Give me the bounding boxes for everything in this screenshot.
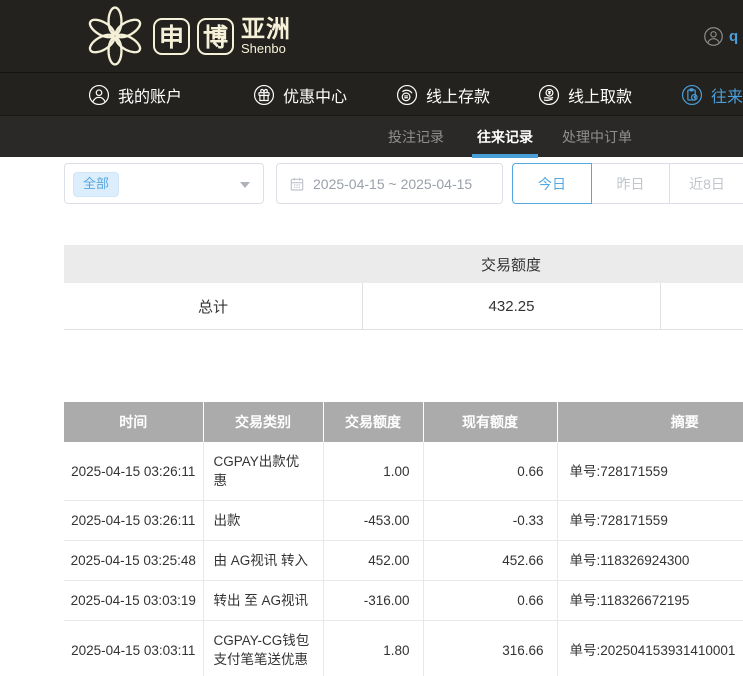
quick-range-buttons: 今日 昨日 近8日	[512, 163, 743, 204]
col-header-summary: 摘要	[557, 402, 743, 442]
cell-summary: 单号:118326924300	[557, 541, 743, 581]
nav-label: 往来记录	[711, 83, 743, 107]
col-header-amount: 交易额度	[323, 402, 423, 442]
cell-amount: 1.00	[323, 442, 423, 501]
records-circle-icon	[681, 84, 703, 106]
sub-nav: 投注记录 往来记录 处理中订单	[0, 115, 743, 157]
cell-time: 2025-04-15 03:26:11	[64, 501, 203, 541]
selected-type-tag[interactable]: 全部	[73, 172, 119, 197]
transactions-header: 时间交易类别交易额度现有额度摘要	[64, 402, 743, 442]
cell-type: CGPAY出款优惠	[203, 442, 323, 501]
subtab-label: 处理中订单	[562, 127, 632, 147]
summary-empty-cell	[660, 283, 743, 329]
cell-time: 2025-04-15 03:03:19	[64, 581, 203, 621]
nav-label: 线上取款	[568, 83, 632, 107]
col-header-time: 时间	[64, 402, 203, 442]
summary-total-value: 432.25	[362, 283, 660, 329]
table-row: 2025-04-15 03:03:19转出 至 AG视讯-316.000.66单…	[64, 581, 743, 621]
username-label: q	[729, 28, 738, 45]
cell-balance: 0.66	[423, 581, 557, 621]
chevron-down-icon	[240, 182, 250, 188]
filter-bar: 全部 2025-04-15 ~ 2025-04-15 今日 昨日 近8日	[0, 163, 743, 204]
page: 申 博 亚洲 Shenbo q 我的账户	[0, 0, 743, 676]
summary-total-row: 总计 432.25	[64, 283, 743, 330]
main-nav: 我的账户 优惠中心 线上存款 线上取款	[0, 72, 743, 115]
account-menu[interactable]: q	[703, 26, 738, 47]
deposit-circle-icon	[396, 84, 418, 106]
summary-header-amount: 交易额度	[362, 245, 660, 283]
cell-balance: -0.33	[423, 501, 557, 541]
brand-char-bo: 博	[197, 18, 234, 55]
cell-summary: 单号:728171559	[557, 442, 743, 501]
brand-logo[interactable]: 申 博 亚洲 Shenbo	[84, 5, 291, 67]
tab-betting-records[interactable]: 投注记录	[388, 116, 444, 158]
nav-item-my-account[interactable]: 我的账户	[88, 73, 182, 116]
cell-amount: -453.00	[323, 501, 423, 541]
brand-wordmark: 亚洲 Shenbo	[241, 17, 291, 56]
cell-type: 转出 至 AG视讯	[203, 581, 323, 621]
nav-label: 优惠中心	[283, 83, 347, 107]
gift-circle-icon	[253, 84, 275, 106]
nav-item-promotions[interactable]: 优惠中心	[253, 73, 347, 116]
browser-viewport: 申 博 亚洲 Shenbo q 我的账户	[0, 0, 743, 676]
cell-time: 2025-04-15 03:03:11	[64, 621, 203, 676]
tab-pending-orders[interactable]: 处理中订单	[562, 116, 632, 158]
user-circle-icon	[88, 84, 110, 106]
summary-table: 交易额度 总计 432.25	[64, 245, 743, 330]
header-row: 时间交易类别交易额度现有额度摘要	[64, 402, 743, 442]
summary-header-empty-2	[660, 245, 743, 283]
subtab-label: 往来记录	[477, 127, 533, 147]
last-8-days-button[interactable]: 近8日	[669, 163, 743, 204]
transactions-body: 2025-04-15 03:26:11CGPAY出款优惠1.000.66单号:7…	[64, 442, 743, 676]
cell-balance: 452.66	[423, 541, 557, 581]
subtab-label: 投注记录	[388, 127, 444, 147]
table-row: 2025-04-15 03:26:11出款-453.00-0.33单号:7281…	[64, 501, 743, 541]
nav-label: 线上存款	[426, 83, 490, 107]
withdraw-circle-icon	[538, 84, 560, 106]
tab-transaction-records[interactable]: 往来记录	[477, 116, 533, 158]
yesterday-button[interactable]: 昨日	[591, 163, 670, 204]
cell-amount: 452.00	[323, 541, 423, 581]
date-range-value: 2025-04-15 ~ 2025-04-15	[313, 176, 472, 192]
cell-type: 出款	[203, 501, 323, 541]
cell-summary: 单号:118326672195	[557, 581, 743, 621]
brand-char-shen: 申	[153, 18, 190, 55]
nav-item-online-deposit[interactable]: 线上存款	[396, 73, 490, 116]
table-row: 2025-04-15 03:25:48由 AG视讯 转入452.00452.66…	[64, 541, 743, 581]
cell-balance: 316.66	[423, 621, 557, 676]
cell-time: 2025-04-15 03:26:11	[64, 442, 203, 501]
cell-balance: 0.66	[423, 442, 557, 501]
date-range-input[interactable]: 2025-04-15 ~ 2025-04-15	[276, 163, 503, 204]
transaction-type-select[interactable]: 全部	[64, 163, 264, 204]
top-brand-bar: 申 博 亚洲 Shenbo q	[0, 0, 743, 72]
cell-amount: 1.80	[323, 621, 423, 676]
cell-summary: 单号:202504153931410001	[557, 621, 743, 676]
nav-label: 我的账户	[118, 83, 182, 107]
col-header-balance: 现有额度	[423, 402, 557, 442]
transactions-table: 时间交易类别交易额度现有额度摘要 2025-04-15 03:26:11CGPA…	[64, 402, 743, 676]
cell-time: 2025-04-15 03:25:48	[64, 541, 203, 581]
cell-type: CGPAY-CG钱包支付笔笔送优惠	[203, 621, 323, 676]
table-row: 2025-04-15 03:26:11CGPAY出款优惠1.000.66单号:7…	[64, 442, 743, 501]
summary-header-empty	[64, 245, 362, 283]
cell-type: 由 AG视讯 转入	[203, 541, 323, 581]
nav-item-online-withdrawal[interactable]: 线上取款	[538, 73, 632, 116]
col-header-type: 交易类别	[203, 402, 323, 442]
summary-total-label: 总计	[64, 283, 362, 329]
summary-header-row: 交易额度	[64, 245, 743, 283]
flower-logo-icon	[84, 5, 146, 67]
cell-summary: 单号:728171559	[557, 501, 743, 541]
nav-item-transaction-records[interactable]: 往来记录	[681, 73, 743, 116]
avatar-icon	[703, 26, 724, 47]
today-button[interactable]: 今日	[512, 163, 592, 204]
table-row: 2025-04-15 03:03:11CGPAY-CG钱包支付笔笔送优惠1.80…	[64, 621, 743, 676]
brand-en-label: Shenbo	[241, 42, 291, 56]
calendar-icon	[289, 176, 305, 192]
brand-region-label: 亚洲	[241, 17, 291, 42]
cell-amount: -316.00	[323, 581, 423, 621]
